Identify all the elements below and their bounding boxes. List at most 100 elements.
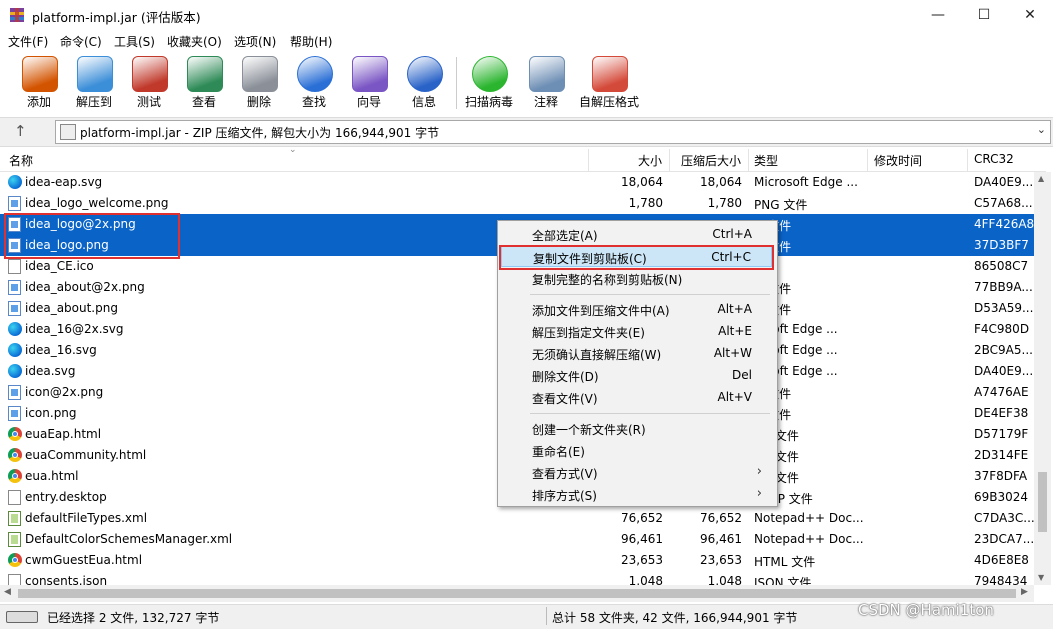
column-type[interactable]: 类型 (754, 152, 778, 169)
toolbar-comment-button[interactable]: 注释 (521, 53, 571, 113)
menu-file[interactable]: 文件(F) (8, 33, 48, 50)
context-menu-item[interactable]: 全部选定(A) Ctrl+A (501, 224, 772, 245)
scroll-right-arrow-icon[interactable]: ▶ (1021, 587, 1028, 597)
file-type-cell: JSON 文件 (754, 576, 812, 585)
context-menu-item[interactable]: 重命名(E) (501, 440, 772, 461)
horizontal-scroll-thumb[interactable] (18, 589, 1016, 598)
column-divider[interactable] (867, 149, 868, 171)
selection-status: 已经选择 2 文件, 132,727 字节 (47, 611, 220, 625)
context-menu-item[interactable]: 排序方式(S) › (501, 484, 772, 505)
menu-item-label: 删除文件(D) (532, 370, 599, 384)
file-row[interactable]: defaultFileTypes.xml 76,652 76,652 Notepad+… (0, 508, 1046, 529)
up-arrow-icon[interactable]: ↑ (14, 122, 27, 140)
menu-item-label: 无须确认直接解压缩(W) (532, 348, 662, 362)
toolbar-test-button[interactable]: 测试 (124, 53, 174, 113)
path-text: platform-impl.jar - ZIP 压缩文件, 解包大小为 166,… (80, 126, 440, 140)
column-name[interactable]: 名称 (9, 152, 33, 169)
file-name-cell: defaultFileTypes.xml (25, 511, 148, 525)
menu-item-shortcut: Alt+V (717, 390, 752, 404)
toolbar-wizard-button[interactable]: 向导 (344, 53, 394, 113)
column-divider[interactable] (588, 149, 589, 171)
toolbar-add-button[interactable]: 添加 (14, 53, 64, 113)
file-crc-cell: DE4EF38 (974, 406, 1029, 420)
menu-item-shortcut: Alt+A (717, 302, 752, 316)
file-packed-cell: 1,048 (707, 574, 742, 585)
file-packed-cell: 96,461 (700, 532, 742, 546)
winrar-app-icon (9, 7, 25, 23)
file-row[interactable]: consents.json 1,048 1,048 JSON 文件 7948434 (0, 571, 1046, 585)
close-button[interactable]: ✕ (1007, 0, 1053, 30)
vertical-scroll-thumb[interactable] (1038, 472, 1047, 532)
context-menu-item[interactable]: 无须确认直接解压缩(W) Alt+W (501, 343, 772, 364)
file-crc-cell: DA40E9... (974, 175, 1034, 189)
column-crc32[interactable]: CRC32 (974, 152, 1014, 166)
menu-item-label: 解压到指定文件夹(E) (532, 326, 645, 340)
context-menu-item[interactable]: 查看文件(V) Alt+V (501, 387, 772, 408)
file-crc-cell: C7DA3C... (974, 511, 1035, 525)
total-status: 总计 58 文件夹, 42 文件, 166,944,901 字节 (552, 611, 798, 625)
chevron-down-icon[interactable]: ⌄ (1037, 123, 1046, 136)
column-size[interactable]: 大小 (638, 152, 662, 169)
toolbar-info-button[interactable]: 信息 (399, 53, 449, 113)
file-row[interactable]: DefaultColorSchemesManager.xml 96,461 96,4… (0, 529, 1046, 550)
toolbar-sfx-button[interactable]: 自解压格式 (579, 53, 639, 113)
column-divider[interactable] (967, 149, 968, 171)
status-bar: 已经选择 2 文件, 132,727 字节 总计 58 文件夹, 42 文件, … (0, 601, 1053, 629)
file-row[interactable]: idea_logo_welcome.png 1,780 1,780 PNG 文件 C57… (0, 193, 1046, 214)
toolbar-extract-button[interactable]: 解压到 (69, 53, 119, 113)
context-menu-item[interactable]: 添加文件到压缩文件中(A) Alt+A (501, 299, 772, 320)
file-row[interactable]: cwmGuestEua.html 23,653 23,653 HTML 文件 4D6E8… (0, 550, 1046, 571)
menu-tools[interactable]: 工具(S) (114, 33, 155, 50)
menu-command[interactable]: 命令(C) (60, 33, 102, 50)
file-size-cell: 1,780 (628, 196, 663, 210)
png-file-icon (8, 406, 21, 421)
file-name-cell: idea_16@2x.svg (25, 322, 124, 336)
context-menu-item[interactable]: 删除文件(D) Del (501, 365, 772, 386)
file-name-cell: idea_about@2x.png (25, 280, 145, 294)
toolbar-view-button[interactable]: 查看 (179, 53, 229, 113)
toolbar-virus-scan-button[interactable]: 扫描病毒 (464, 53, 514, 113)
column-divider[interactable] (748, 149, 749, 171)
context-menu: 全部选定(A) Ctrl+A 复制文件到剪贴板(C) Ctrl+C 复制完整的名称到剪贴… (497, 220, 778, 507)
file-name-cell: icon.png (25, 406, 77, 420)
file-name-cell: cwmGuestEua.html (25, 553, 143, 567)
column-modified[interactable]: 修改时间 (874, 152, 922, 169)
file-size-cell: 23,653 (621, 553, 663, 567)
file-crc-cell: 4FF426A8 (974, 217, 1035, 231)
column-divider[interactable] (669, 149, 670, 171)
column-packed[interactable]: 压缩后大小 (681, 152, 741, 169)
menu-help[interactable]: 帮助(H) (290, 33, 332, 50)
file-crc-cell: 7948434 (974, 574, 1028, 585)
file-size-cell: 1,048 (628, 574, 663, 585)
toolbar-find-button[interactable]: 查找 (289, 53, 339, 113)
file-name-cell: DefaultColorSchemesManager.xml (25, 532, 233, 546)
menu-item-label: 重命名(E) (532, 445, 585, 459)
horizontal-scrollbar[interactable]: ◀ ▶ (0, 585, 1034, 602)
menu-options[interactable]: 选项(N) (234, 33, 276, 50)
menu-separator (530, 294, 770, 295)
trash-icon (242, 56, 278, 92)
menu-item-shortcut: Ctrl+A (712, 227, 752, 241)
menu-item-label: 创建一个新文件夹(R) (532, 423, 646, 437)
context-menu-item[interactable]: 查看方式(V) › (501, 462, 772, 483)
file-size-cell: 76,652 (621, 511, 663, 525)
toolbar-delete-button[interactable]: 删除 (234, 53, 284, 113)
scroll-left-arrow-icon[interactable]: ◀ (4, 587, 11, 597)
chrome-html-file-icon (8, 427, 22, 441)
maximize-button[interactable]: ☐ (961, 0, 1007, 30)
path-field[interactable]: platform-impl.jar - ZIP 压缩文件, 解包大小为 166,… (55, 120, 1051, 144)
menu-item-label: 排序方式(S) (532, 489, 597, 503)
file-crc-cell: 86508C7 (974, 259, 1029, 273)
scroll-down-arrow-icon[interactable]: ▼ (1038, 573, 1044, 582)
context-menu-item[interactable]: 解压到指定文件夹(E) Alt+E (501, 321, 772, 342)
vertical-scrollbar[interactable]: ▲ ▼ (1034, 172, 1051, 585)
scroll-up-arrow-icon[interactable]: ▲ (1038, 174, 1044, 183)
file-row[interactable]: idea-eap.svg 18,064 18,064 Microsoft Edge .… (0, 172, 1046, 193)
context-menu-item[interactable]: 复制完整的名称到剪贴板(N) (501, 268, 772, 289)
png-file-icon (8, 301, 21, 316)
menu-favorites[interactable]: 收藏夹(O) (167, 33, 222, 50)
context-menu-item[interactable]: 创建一个新文件夹(R) (501, 418, 772, 439)
chrome-html-file-icon (8, 469, 22, 483)
file-name-cell: idea-eap.svg (25, 175, 103, 189)
minimize-button[interactable]: — (915, 0, 961, 30)
